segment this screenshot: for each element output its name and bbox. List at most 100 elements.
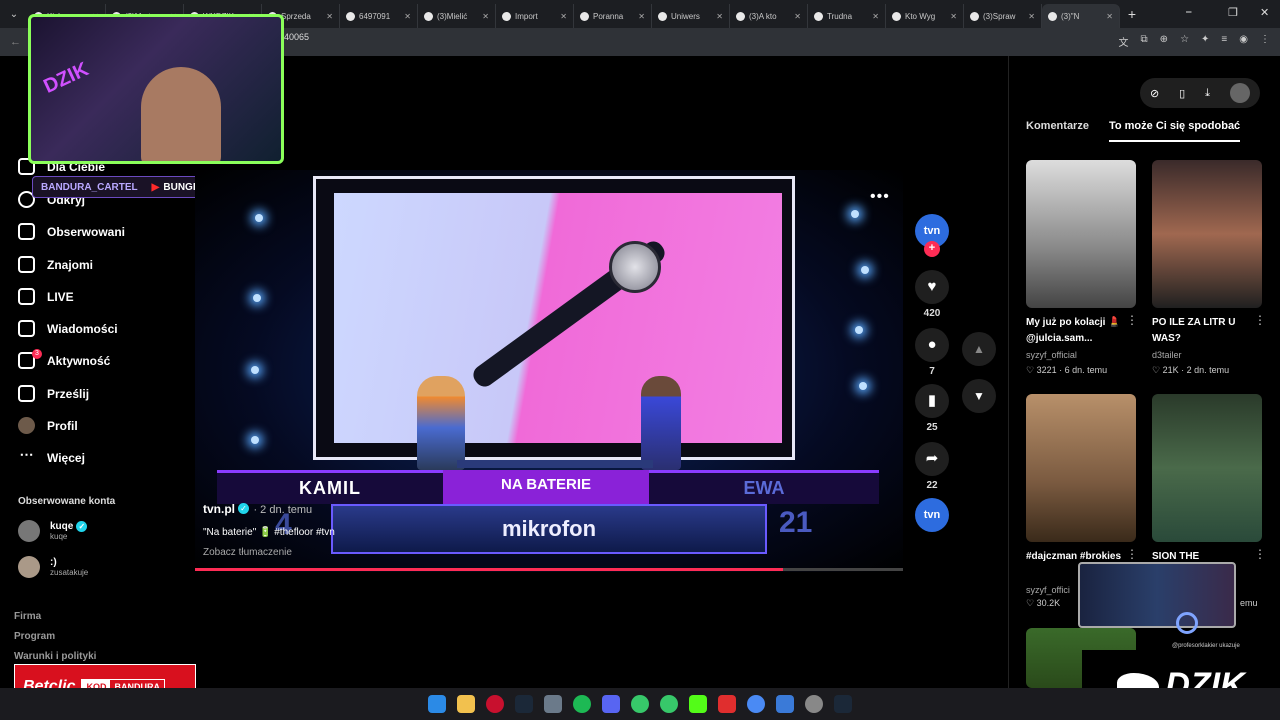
creator-avatar[interactable]: tvn + [912,214,952,257]
tab-search-icon[interactable]: ⌄ [0,9,28,20]
app-green-icon[interactable] [631,695,649,713]
video-more-button[interactable]: ••• [870,188,890,206]
close-tab-icon[interactable]: ✕ [1028,12,1035,21]
close-tab-icon[interactable]: ✕ [716,12,723,21]
sidebar-item-message[interactable]: Wiadomości [18,320,118,337]
follow-plus-icon[interactable]: + [924,241,940,257]
sidebar-item-friends[interactable]: Znajomi [18,256,93,273]
tab-recommended[interactable]: To może Ci się spodobać [1108,120,1241,142]
address-bar[interactable]: 40065 [284,32,309,42]
discord-icon[interactable] [602,695,620,713]
recommended-user-2[interactable]: d3tailer [1152,350,1182,360]
download-icon[interactable]: ⤓ [1205,87,1210,100]
browser-tab[interactable]: (3)A kto ✕ [730,4,808,28]
sound-button[interactable]: tvn [912,498,952,532]
browser-tab[interactable]: Uniwers ✕ [652,4,730,28]
tiktok-icon [502,11,511,21]
recommended-thumbnail-2[interactable] [1152,160,1262,308]
close-window-button[interactable]: ✕ [1260,6,1269,19]
edge-icon[interactable] [776,695,794,713]
file-explorer-icon[interactable] [457,695,475,713]
followed-account-kuqe[interactable]: kuqe ✓ kuqe [18,520,88,542]
opera-icon[interactable] [486,695,504,713]
card-menu-icon[interactable]: ⋮ [1254,547,1266,561]
recommended-user-1[interactable]: syzyf_official [1026,350,1077,360]
browser-tab[interactable]: (3)Mielić ✕ [418,4,496,28]
close-tab-icon[interactable]: ✕ [482,12,489,21]
translate-icon[interactable]: 文 [1119,34,1129,49]
footer-link-firma[interactable]: Firma [14,611,41,622]
like-button[interactable]: ♥ 420 [912,270,952,319]
close-tab-icon[interactable]: ✕ [950,12,957,21]
account-name: kuqe [50,521,74,533]
sidebar-item-live[interactable]: LIVE [18,288,74,305]
footer-link-terms[interactable]: Warunki i polityki [14,651,96,662]
browser-tab[interactable]: (3)Spraw ✕ [964,4,1042,28]
steam-icon[interactable] [515,695,533,713]
profile-icon[interactable]: ◉ [1239,34,1248,49]
card-menu-icon[interactable]: ⋮ [1126,547,1138,561]
recommended-thumbnail-3[interactable] [1026,394,1136,542]
kick-icon[interactable] [689,695,707,713]
stage-light [255,214,263,222]
user-avatar[interactable] [1229,83,1250,103]
monitor-icon[interactable] [544,695,562,713]
extensions-icon[interactable]: ✦ [1201,34,1209,49]
card-menu-icon[interactable]: ⋮ [1126,313,1138,327]
bookmark-star-icon[interactable]: ☆ [1180,34,1189,49]
minimize-button[interactable]: ⎯ [1186,6,1192,19]
browser-tab[interactable]: 6497091 ✕ [340,4,418,28]
recommended-thumbnail-4[interactable] [1152,394,1262,542]
video-progress-bar[interactable] [195,568,903,571]
restore-button[interactable]: ❐ [1228,6,1238,19]
steam-icon-2[interactable] [834,695,852,713]
see-translation-link[interactable]: Zobacz tłumaczenie [203,547,292,558]
media-icon[interactable]: ≡ [1221,34,1227,49]
comment-button[interactable]: ● 7 [912,328,952,377]
menu-kebab-icon[interactable]: ⋮ [1260,34,1270,49]
browser-tab[interactable]: Kto Wyg ✕ [886,4,964,28]
sidebar-item-more-dots[interactable]: ⋯ Więcej [18,447,85,466]
browser-tab[interactable]: Import ✕ [496,4,574,28]
close-tab-icon[interactable]: ✕ [794,12,801,21]
browser-tab[interactable]: Poranna ✕ [574,4,652,28]
followed-account-smile[interactable]: :) zusatakuje [18,556,88,578]
close-tab-icon[interactable]: ✕ [1106,12,1113,21]
browser-tab[interactable]: (3)"N ✕ [1042,4,1120,28]
chrome-icon[interactable] [747,695,765,713]
recommended-title-2[interactable]: PO ILE ZA LITR U WAS? [1152,315,1264,347]
sidebar-item-upload[interactable]: Prześlij [18,385,89,402]
save-button[interactable]: ▮ 25 [912,384,952,433]
compass-icon[interactable]: ⊘ [1150,87,1159,100]
video-author[interactable]: tvn.pl [203,502,235,516]
tab-comments[interactable]: Komentarze [1026,120,1089,142]
sidebar-item-label: Prześlij [47,386,90,401]
next-video-button[interactable]: ▼ [962,379,996,413]
close-tab-icon[interactable]: ✕ [404,12,411,21]
stage-light [851,210,859,218]
back-arrow-icon[interactable]: ← [10,36,21,48]
close-tab-icon[interactable]: ✕ [872,12,879,21]
start-icon[interactable] [428,695,446,713]
browser-tab[interactable]: Trudna ✕ [808,4,886,28]
sidebar-item-following[interactable]: Obserwowani [18,223,125,240]
share-button[interactable]: ➦ 22 [912,442,952,491]
card-menu-icon[interactable]: ⋮ [1254,313,1266,327]
close-tab-icon[interactable]: ✕ [638,12,645,21]
spotify-icon[interactable] [573,695,591,713]
new-tab-button[interactable]: + [1120,6,1144,22]
sidebar-item-profile[interactable]: Profil [18,417,78,434]
install-icon[interactable]: ⧉ [1141,34,1148,49]
recommended-thumbnail-1[interactable] [1026,160,1136,308]
footer-link-program[interactable]: Program [14,631,55,642]
zoom-icon[interactable]: ⊕ [1160,34,1168,49]
recommended-user-3[interactable]: syzyf_offici [1026,585,1070,595]
previous-video-button[interactable]: ▲ [962,332,996,366]
lightning-icon[interactable] [718,695,736,713]
settings-icon[interactable] [805,695,823,713]
recommended-title-1[interactable]: My już po kolacji 💄 @julcia.sam... [1026,315,1138,347]
close-tab-icon[interactable]: ✕ [560,12,567,21]
phone-icon[interactable]: ▯ [1179,87,1185,100]
app-green-icon-2[interactable] [660,695,678,713]
close-tab-icon[interactable]: ✕ [326,12,333,21]
